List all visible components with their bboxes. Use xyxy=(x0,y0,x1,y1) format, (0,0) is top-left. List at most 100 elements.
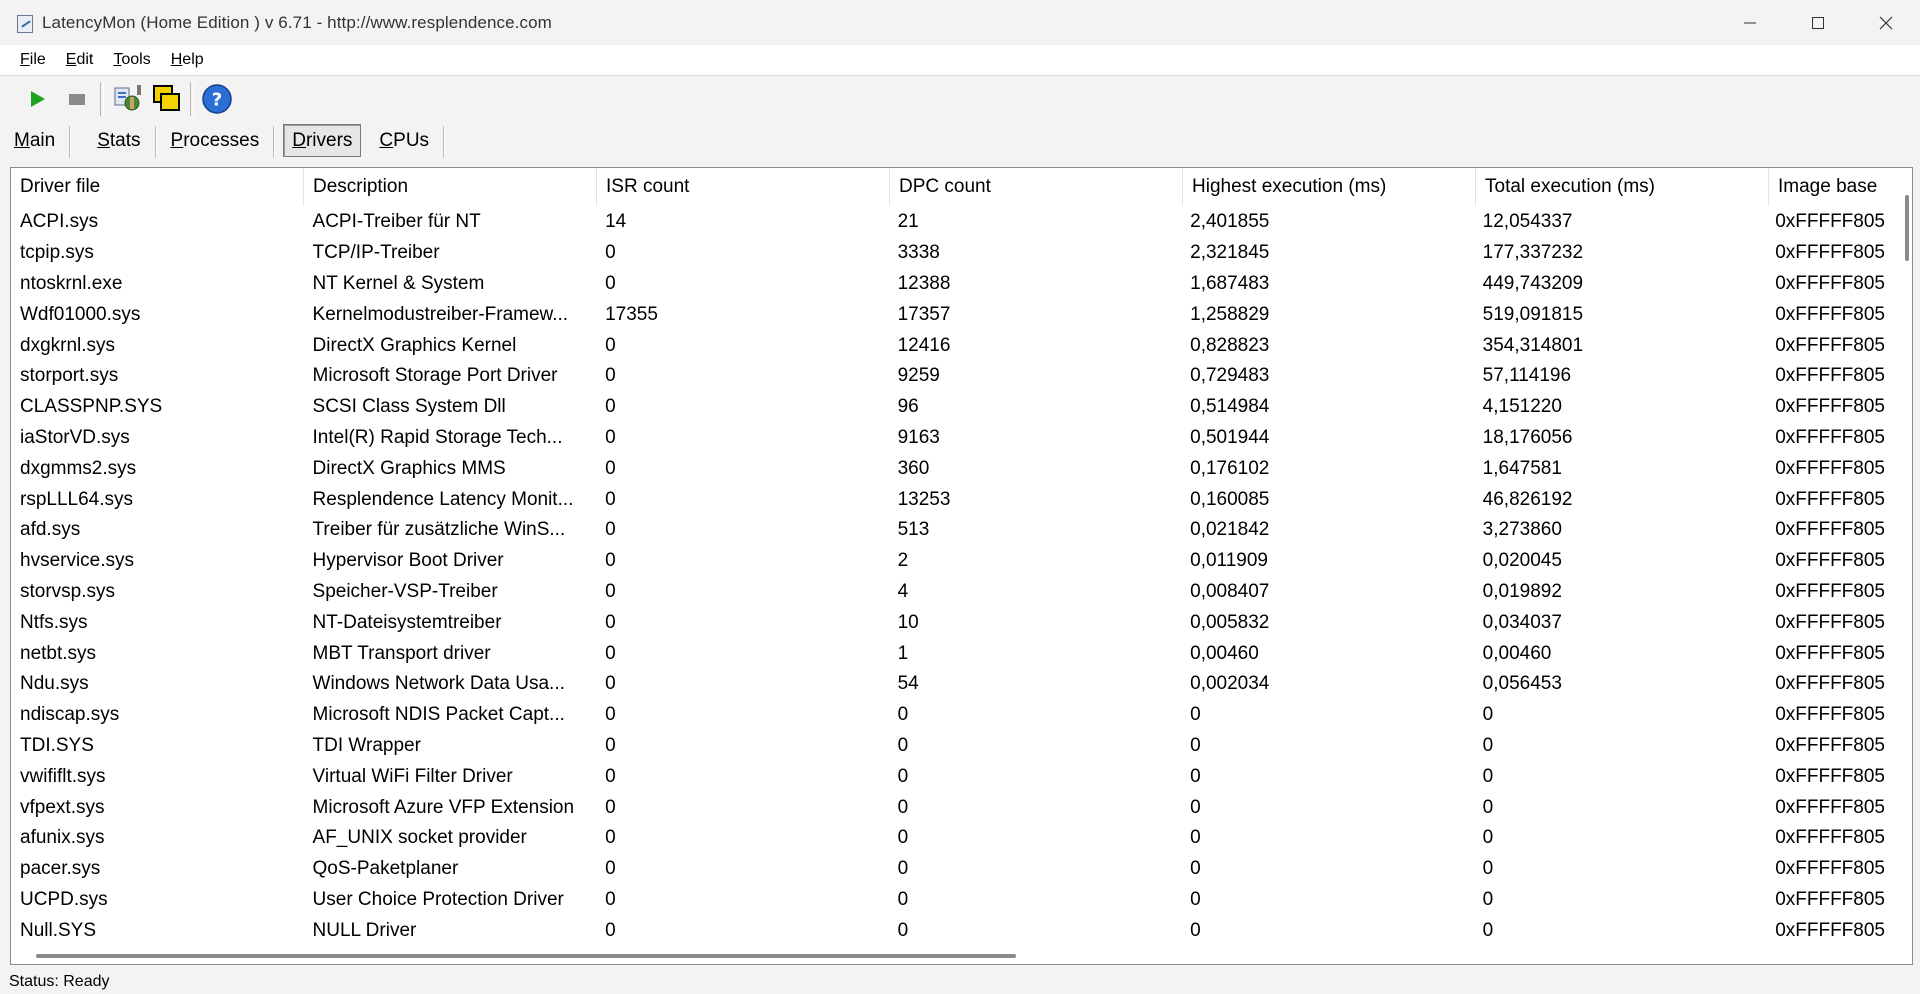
table-row[interactable]: storport.sys Microsoft Storage Port Drive… xyxy=(11,361,1901,392)
menu-edit[interactable]: Edit xyxy=(54,51,102,69)
table-row[interactable]: vwififlt.sys Virtual WiFi Filter Driver 0 0… xyxy=(11,761,1901,792)
table-row[interactable]: ndiscap.sys Microsoft NDIS Packet Capt...… xyxy=(11,700,1901,731)
horizontal-scroll-thumb[interactable] xyxy=(36,954,1016,958)
column-header-driver-file[interactable]: Driver file xyxy=(11,168,304,206)
table-row[interactable]: Wdf01000.sys Kernelmodustreiber-Framew...… xyxy=(11,299,1901,330)
table-row[interactable]: Ndu.sys Windows Network Data Usa... 0 54 0,0… xyxy=(11,669,1901,700)
cell-highest-execution: 0,002034 xyxy=(1190,673,1270,695)
cell-highest-execution: 0,005832 xyxy=(1190,611,1270,633)
menu-bar: File Edit Tools Help xyxy=(0,45,1920,75)
table-row[interactable]: hvservice.sys Hypervisor Boot Driver 0 2 0,0… xyxy=(11,546,1901,577)
cell-driver-file: afunix.sys xyxy=(20,827,105,849)
cell-highest-execution: 0 xyxy=(1190,888,1201,910)
table-row[interactable]: storvsp.sys Speicher-VSP-Treiber 0 4 0,00840… xyxy=(11,577,1901,608)
column-header-isr-count[interactable]: ISR count xyxy=(597,168,890,206)
column-header-highest-execution[interactable]: Highest execution (ms) xyxy=(1183,168,1476,206)
cell-driver-file: Ntfs.sys xyxy=(20,611,88,633)
cell-image-base: 0xFFFFF805 xyxy=(1775,211,1885,233)
cell-dpc-count: 513 xyxy=(897,519,930,541)
vertical-scroll-thumb[interactable] xyxy=(1905,195,1909,261)
cell-total-execution: 0,020045 xyxy=(1482,550,1562,572)
tab-processes[interactable]: Processes xyxy=(165,124,275,158)
tab-drivers[interactable]: Drivers xyxy=(283,123,362,157)
column-header-total-execution[interactable]: Total execution (ms) xyxy=(1476,168,1769,206)
cell-total-execution: 354,314801 xyxy=(1482,334,1584,356)
cell-highest-execution: 0,514984 xyxy=(1190,396,1270,418)
table-row[interactable]: TDI.SYS TDI Wrapper 0 0 0 0 0xFFFFF805 xyxy=(11,731,1901,762)
cell-dpc-count: 360 xyxy=(897,457,930,479)
cell-highest-execution: 0 xyxy=(1190,919,1201,941)
table-row[interactable]: CLASSPNP.SYS SCSI Class System Dll 0 96 0,51… xyxy=(11,392,1901,423)
cell-total-execution: 449,743209 xyxy=(1482,272,1584,294)
column-header-dpc-count[interactable]: DPC count xyxy=(890,168,1183,206)
tab-stats[interactable]: Stats xyxy=(91,124,157,158)
close-button[interactable] xyxy=(1852,0,1920,45)
column-header-image-base[interactable]: Image base xyxy=(1769,168,1904,206)
table-row[interactable]: Ntfs.sys NT-Dateisystemtreiber 0 10 0,005832… xyxy=(11,607,1901,638)
cell-dpc-count: 12388 xyxy=(897,272,951,294)
help-button[interactable]: ? xyxy=(200,82,234,116)
table-row[interactable]: ntoskrnl.exe NT Kernel & System 0 12388 1,68… xyxy=(11,269,1901,300)
cell-isr-count: 0 xyxy=(605,827,616,849)
cell-dpc-count: 10 xyxy=(897,611,919,633)
menu-file[interactable]: File xyxy=(0,51,54,69)
tab-cpus[interactable]: CPUs xyxy=(373,124,445,158)
cell-highest-execution: 2,401855 xyxy=(1190,211,1270,233)
table-row[interactable]: ACPI.sys ACPI-Treiber für NT 14 21 2,401855 1… xyxy=(11,207,1901,238)
driver-settings-button[interactable] xyxy=(110,82,144,116)
tab-main[interactable]: Main xyxy=(8,124,72,158)
horizontal-scrollbar[interactable] xyxy=(11,946,1900,964)
cell-driver-file: Null.SYS xyxy=(20,919,97,941)
cell-highest-execution: 0,021842 xyxy=(1190,519,1270,541)
cell-driver-file: ACPI.sys xyxy=(20,211,99,233)
drivers-table[interactable]: Driver file Description ISR count DPC co… xyxy=(10,167,1913,965)
stop-monitoring-button[interactable] xyxy=(60,82,94,116)
cell-description: SCSI Class System Dll xyxy=(312,396,506,418)
table-header: Driver file Description ISR count DPC co… xyxy=(11,168,1912,206)
cell-isr-count: 0 xyxy=(605,519,616,541)
table-row[interactable]: dxgmms2.sys DirectX Graphics MMS 0 360 0,176… xyxy=(11,453,1901,484)
cell-dpc-count: 54 xyxy=(897,673,919,695)
table-row[interactable]: UCPD.sys User Choice Protection Driver 0 0 0… xyxy=(11,885,1901,916)
column-header-description[interactable]: Description xyxy=(304,168,597,206)
cell-dpc-count: 4 xyxy=(897,580,909,602)
start-monitoring-button[interactable] xyxy=(20,82,54,116)
cell-image-base: 0xFFFFF805 xyxy=(1775,272,1885,294)
cell-description: Microsoft NDIS Packet Capt... xyxy=(312,704,565,726)
cell-dpc-count: 21 xyxy=(897,211,919,233)
cell-image-base: 0xFFFFF805 xyxy=(1775,734,1885,756)
menu-help[interactable]: Help xyxy=(159,51,212,69)
windows-button[interactable] xyxy=(150,82,184,116)
table-row[interactable]: netbt.sys MBT Transport driver 0 1 0,00460 0,… xyxy=(11,638,1901,669)
table-row[interactable]: dxgkrnl.sys DirectX Graphics Kernel 0 12416… xyxy=(11,330,1901,361)
cell-highest-execution: 2,321845 xyxy=(1190,242,1270,264)
table-row[interactable]: Null.SYS NULL Driver 0 0 0 0 0xFFFFF805 xyxy=(11,915,1901,946)
stop-icon xyxy=(69,94,85,105)
minimize-button[interactable] xyxy=(1716,0,1784,45)
table-row[interactable]: iaStorVD.sys Intel(R) Rapid Storage Tech.… xyxy=(11,423,1901,454)
table-row[interactable]: afunix.sys AF_UNIX socket provider 0 0 0 0 0xF… xyxy=(11,823,1901,854)
cell-driver-file: afd.sys xyxy=(20,519,81,541)
cell-isr-count: 0 xyxy=(605,365,616,387)
cell-isr-count: 14 xyxy=(605,211,627,233)
table-row[interactable]: afd.sys Treiber für zusätzliche WinS... 0 5… xyxy=(11,515,1901,546)
cell-driver-file: vfpext.sys xyxy=(20,796,105,818)
menu-tools[interactable]: Tools xyxy=(101,51,158,69)
toolbar: ? xyxy=(0,75,1920,122)
cell-image-base: 0xFFFFF805 xyxy=(1775,396,1885,418)
vertical-scrollbar[interactable] xyxy=(1900,168,1912,946)
table-row[interactable]: vfpext.sys Microsoft Azure VFP Extension 0… xyxy=(11,792,1901,823)
table-row[interactable]: rspLLL64.sys Resplendence Latency Monit..… xyxy=(11,484,1901,515)
cell-isr-count: 0 xyxy=(605,858,616,880)
cell-dpc-count: 0 xyxy=(897,827,909,849)
cell-total-execution: 12,054337 xyxy=(1482,211,1573,233)
cell-isr-count: 0 xyxy=(605,426,616,448)
status-text: Status: Ready xyxy=(9,973,110,990)
cell-total-execution: 0 xyxy=(1482,858,1494,880)
maximize-button[interactable] xyxy=(1784,0,1852,45)
table-row[interactable]: tcpip.sys TCP/IP-Treiber 0 3338 2,321845 177,… xyxy=(11,238,1901,269)
cell-highest-execution: 0 xyxy=(1190,765,1201,787)
cell-dpc-count: 12416 xyxy=(897,334,951,356)
table-row[interactable]: pacer.sys QoS-Paketplaner 0 0 0 0 0xFFFFF805 xyxy=(11,854,1901,885)
cell-description: DirectX Graphics MMS xyxy=(312,457,506,479)
